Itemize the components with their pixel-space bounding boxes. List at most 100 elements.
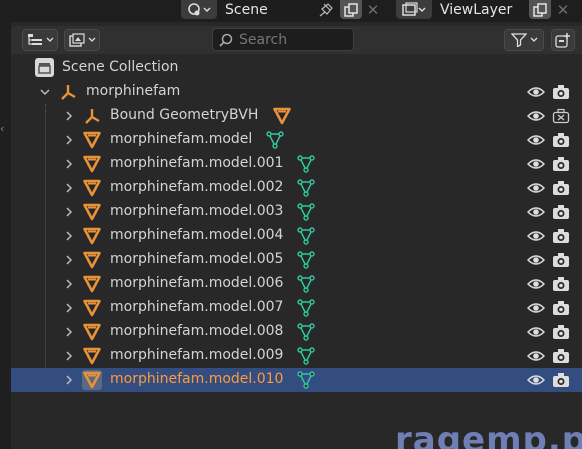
outliner-object-row[interactable]: morphinefam.model.004 (11, 224, 582, 248)
close-icon: ✕ (556, 0, 570, 19)
pin-icon[interactable] (318, 2, 334, 17)
eye-icon[interactable] (527, 277, 545, 291)
scene-name-field[interactable]: Scene (217, 0, 338, 19)
display-mode-button[interactable] (64, 29, 100, 51)
camera-icon[interactable] (552, 132, 570, 148)
object-label: morphinefam.model.001 (110, 155, 284, 171)
copy-icon (533, 2, 547, 17)
watermark: ragemp.pro (395, 420, 582, 449)
camera-icon[interactable] (552, 228, 570, 244)
eye-icon[interactable] (527, 85, 545, 99)
view-layer-name-field[interactable]: ViewLayer (432, 0, 528, 19)
chevron-right-icon[interactable] (63, 206, 75, 218)
mesh-data-icon[interactable] (297, 299, 315, 317)
chevron-left-icon[interactable]: ‹ (0, 122, 4, 135)
mesh-data-icon[interactable] (297, 347, 315, 365)
add-view-layer-button[interactable] (529, 0, 551, 19)
scene-collection-label: Scene Collection (62, 59, 179, 75)
chevron-down-icon (88, 37, 95, 42)
search-placeholder: Search (239, 31, 288, 48)
eye-icon[interactable] (527, 349, 545, 363)
camera-icon[interactable] (552, 276, 570, 292)
search-input[interactable]: Search (212, 28, 354, 51)
scene-collection-row[interactable]: Scene Collection (11, 56, 582, 80)
scene-selector-button[interactable] (181, 0, 217, 19)
mesh-data-icon[interactable] (297, 179, 315, 197)
camera-icon[interactable] (552, 84, 570, 100)
outliner-object-row[interactable]: morphinefam.model.003 (11, 200, 582, 224)
camera-icon[interactable] (552, 348, 570, 364)
editor-type-button[interactable] (22, 29, 58, 51)
eye-icon[interactable] (527, 301, 545, 315)
outliner-object-row[interactable]: Bound GeometryBVH (11, 104, 582, 128)
mesh-object-icon (83, 131, 101, 149)
camera-icon[interactable] (552, 372, 570, 388)
chevron-right-icon[interactable] (63, 134, 75, 146)
object-label: morphinefam.model.004 (110, 227, 284, 243)
mesh-object-icon[interactable] (273, 107, 291, 125)
object-label: morphinefam.model.006 (110, 275, 284, 291)
new-collection-icon (555, 33, 570, 48)
object-label: morphinefam.model.009 (110, 347, 284, 363)
object-label: morphinefam.model.010 (110, 371, 284, 387)
eye-icon[interactable] (527, 181, 545, 195)
outliner-object-row[interactable]: morphinefam.model.008 (11, 320, 582, 344)
mesh-object-icon (83, 227, 101, 245)
mesh-object-icon (83, 155, 101, 173)
camera-icon[interactable] (552, 180, 570, 196)
scene-icon (188, 2, 211, 15)
eye-icon[interactable] (527, 253, 545, 267)
camera-icon[interactable] (552, 156, 570, 172)
chevron-right-icon[interactable] (63, 158, 75, 170)
duplicate-scene-button[interactable] (340, 0, 362, 19)
eye-icon[interactable] (527, 205, 545, 219)
chevron-right-icon[interactable] (63, 326, 75, 338)
eye-icon[interactable] (527, 325, 545, 339)
chevron-right-icon[interactable] (63, 302, 75, 314)
delete-scene-button[interactable]: ✕ (362, 0, 384, 19)
outliner-object-row[interactable]: morphinefam.model.006 (11, 272, 582, 296)
remove-view-layer-button[interactable]: ✕ (552, 0, 574, 19)
collection-row[interactable]: morphinefam (11, 80, 582, 104)
camera-icon[interactable] (552, 300, 570, 316)
eye-icon[interactable] (527, 133, 545, 147)
chevron-right-icon[interactable] (63, 230, 75, 242)
camera-icon[interactable] (552, 204, 570, 220)
filter-button[interactable] (504, 29, 544, 51)
mesh-data-icon[interactable] (297, 371, 315, 389)
chevron-right-icon[interactable] (63, 182, 75, 194)
chevron-right-icon[interactable] (63, 254, 75, 266)
eye-icon[interactable] (527, 373, 545, 387)
outliner-object-row[interactable]: morphinefam.model.007 (11, 296, 582, 320)
view-layer-selector-button[interactable] (396, 0, 432, 19)
outliner-object-row[interactable]: morphinefam.model.001 (11, 152, 582, 176)
mesh-data-icon[interactable] (266, 131, 284, 149)
outliner-object-row[interactable]: morphinefam.model (11, 128, 582, 152)
close-icon: ✕ (366, 0, 380, 19)
outliner-object-row[interactable]: morphinefam.model.009 (11, 344, 582, 368)
chevron-right-icon[interactable] (63, 350, 75, 362)
outliner-object-row[interactable]: morphinefam.model.002 (11, 176, 582, 200)
camera-disabled-icon[interactable] (552, 108, 570, 124)
eye-icon[interactable] (527, 229, 545, 243)
mesh-data-icon[interactable] (297, 251, 315, 269)
chevron-down-icon[interactable] (39, 86, 51, 98)
camera-icon[interactable] (552, 252, 570, 268)
mesh-data-icon[interactable] (297, 155, 315, 173)
chevron-right-icon[interactable] (63, 374, 75, 386)
chevron-right-icon[interactable] (63, 278, 75, 290)
camera-icon[interactable] (552, 324, 570, 340)
chevron-right-icon[interactable] (63, 110, 75, 122)
scene-name: Scene (225, 1, 268, 18)
mesh-data-icon[interactable] (297, 203, 315, 221)
mesh-data-icon[interactable] (297, 227, 315, 245)
mesh-object-icon (83, 275, 101, 293)
outliner-object-row[interactable]: morphinefam.model.010 (11, 368, 582, 392)
new-collection-button[interactable] (551, 29, 575, 51)
eye-icon[interactable] (527, 157, 545, 171)
mesh-data-icon[interactable] (297, 323, 315, 341)
object-label: morphinefam.model.002 (110, 179, 284, 195)
mesh-data-icon[interactable] (297, 275, 315, 293)
eye-icon[interactable] (527, 109, 545, 123)
outliner-object-row[interactable]: morphinefam.model.005 (11, 248, 582, 272)
